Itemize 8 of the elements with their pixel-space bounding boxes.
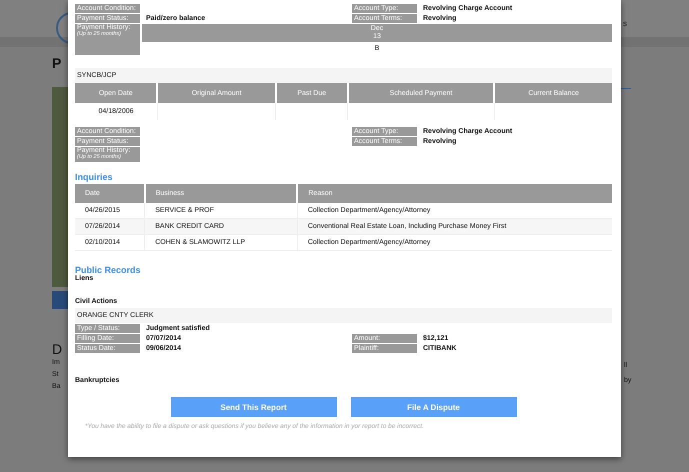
action-button[interactable]: File A Dispute [350, 397, 516, 417]
section-heading: Public Records [75, 265, 142, 275]
page-title: P [52, 55, 62, 71]
nav-text: s [623, 18, 627, 28]
action-button[interactable]: Send This Report [170, 397, 336, 417]
banner-bar [52, 291, 68, 309]
section-heading: Inquiries [75, 172, 114, 182]
section-title: D [52, 341, 64, 357]
